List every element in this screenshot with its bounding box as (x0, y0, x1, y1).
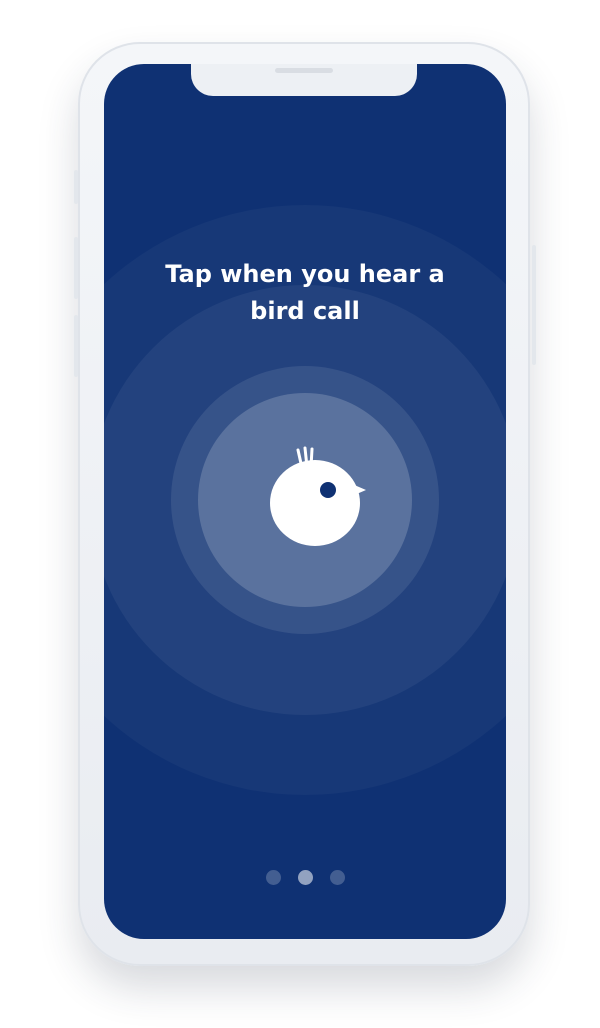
page-dot-1[interactable] (265, 870, 281, 885)
speaker-grille (275, 68, 333, 73)
app-screen: Tap when you hear a bird call (104, 64, 506, 939)
bird-icon[interactable] (254, 436, 374, 556)
page-dot-2-active[interactable] (297, 870, 313, 885)
onboarding-title: Tap when you hear a bird call (144, 256, 466, 330)
notch (191, 64, 417, 96)
mute-switch (74, 170, 78, 204)
title-line-2: bird call (250, 297, 360, 325)
volume-down-button (74, 315, 78, 377)
power-button (532, 245, 536, 365)
volume-up-button (74, 237, 78, 299)
title-line-1: Tap when you hear a (165, 260, 445, 288)
page-dot-3[interactable] (329, 870, 345, 885)
page-indicator (104, 870, 506, 886)
